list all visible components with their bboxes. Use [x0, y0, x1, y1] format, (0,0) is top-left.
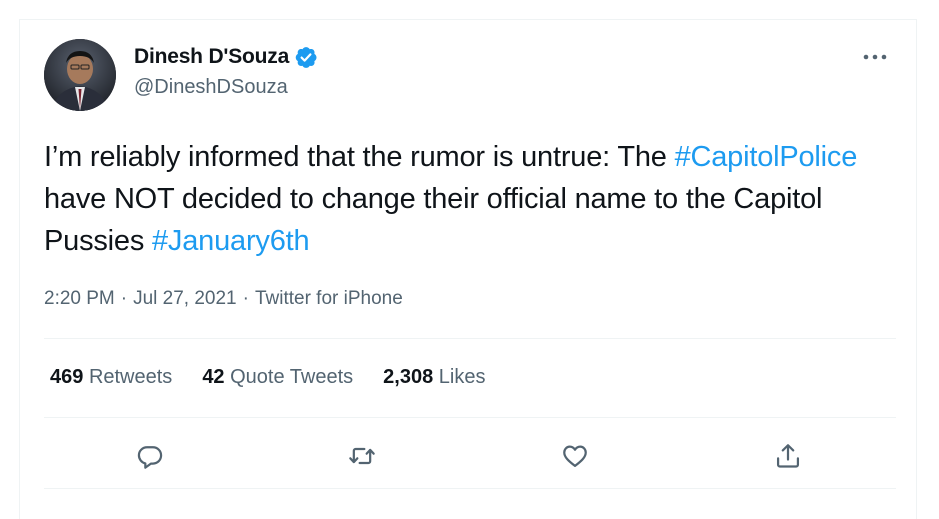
reply-icon — [137, 446, 163, 469]
quote-tweets-count: 42 — [202, 366, 225, 388]
meta-separator: · — [120, 288, 128, 309]
retweets-label: Retweets — [88, 366, 173, 388]
meta-separator: · — [242, 288, 249, 309]
quote-tweets-label: Quote Tweets — [230, 366, 354, 388]
divider — [44, 417, 896, 418]
avatar-image — [44, 39, 116, 111]
tweet-time[interactable]: 2:20 PM — [44, 288, 115, 310]
retweet-icon — [349, 447, 375, 465]
likes-label: Likes — [438, 366, 486, 388]
share-button[interactable] — [770, 438, 806, 474]
divider — [44, 338, 896, 339]
author-display-name[interactable]: Dinesh D'Souza — [134, 45, 289, 69]
likes-stat[interactable]: 2,308 Likes — [383, 366, 485, 389]
tweet-source[interactable]: Twitter for iPhone — [255, 288, 403, 310]
hashtag-link-capitolpolice[interactable]: #CapitolPolice — [675, 141, 858, 173]
divider — [44, 488, 896, 489]
like-button[interactable] — [557, 438, 593, 474]
tweet-text-part-1: I’m reliably informed that the rumor is … — [44, 141, 675, 173]
author-name-row: Dinesh D'Souza — [134, 42, 318, 72]
quote-tweets-stat[interactable]: 42 Quote Tweets — [202, 366, 353, 389]
tweet-actions — [20, 432, 918, 480]
heart-icon — [563, 445, 587, 468]
tweet-date[interactable]: Jul 27, 2021 — [133, 288, 237, 310]
retweets-count: 469 — [50, 366, 84, 388]
more-horizontal-icon[interactable] — [860, 47, 890, 67]
reply-button[interactable] — [132, 438, 168, 474]
avatar[interactable] — [44, 39, 116, 111]
retweet-button[interactable] — [344, 438, 380, 474]
likes-count: 2,308 — [383, 366, 434, 388]
tweet-meta: 2:20 PM · Jul 27, 2021 · Twitter for iPh… — [44, 288, 403, 310]
verified-badge-icon — [294, 45, 318, 69]
tweet-stats: 469 Retweets 42 Quote Tweets 2,308 Likes — [50, 366, 516, 389]
share-icon — [776, 444, 800, 468]
author-handle[interactable]: @DineshDSouza — [134, 76, 288, 99]
retweets-stat[interactable]: 469 Retweets — [50, 366, 172, 389]
tweet-text: I’m reliably informed that the rumor is … — [44, 136, 894, 262]
tweet-card: Dinesh D'Souza @DineshDSouza I’m reliabl… — [19, 19, 917, 519]
hashtag-link-january6th[interactable]: #January6th — [152, 225, 310, 257]
